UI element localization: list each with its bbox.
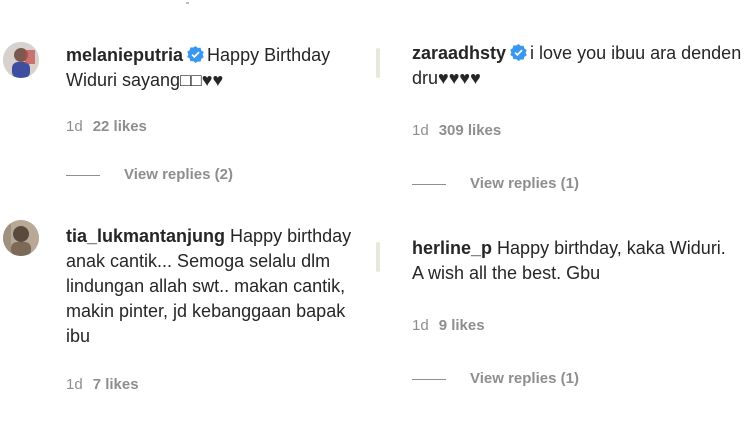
comment-username[interactable]: zaraadhsty xyxy=(412,43,506,63)
avatar-edge xyxy=(376,48,380,78)
likes-count[interactable]: 9 likes xyxy=(439,317,485,334)
comment-username[interactable]: melanieputria xyxy=(66,45,183,65)
comment-time: 1d xyxy=(66,376,83,393)
comment-time: 1d xyxy=(412,317,429,334)
comment-time: 1d xyxy=(412,122,429,139)
comment-item: zaraadhsty i love you ibuu ara denden dru… xyxy=(370,0,750,200)
comment-username[interactable]: tia_lukmantanjung xyxy=(66,226,225,246)
comment-time: 1d xyxy=(66,118,83,135)
view-replies-button[interactable]: View replies (1) xyxy=(412,370,579,387)
comment-item: tia_lukmantanjung Happy birthday anak ca… xyxy=(0,210,380,422)
avatar[interactable] xyxy=(3,42,39,78)
view-replies-button[interactable]: View replies (2) xyxy=(66,166,233,183)
replies-divider xyxy=(66,174,100,176)
view-replies-button[interactable]: View replies (1) xyxy=(412,175,579,192)
avatar-edge xyxy=(376,242,380,272)
verified-badge-icon xyxy=(510,44,527,61)
view-replies-label: View replies (2) xyxy=(124,166,233,183)
verified-badge-icon xyxy=(187,46,204,63)
replies-divider xyxy=(412,378,446,380)
view-replies-label: View replies (1) xyxy=(470,175,579,192)
likes-count[interactable]: 22 likes xyxy=(93,118,147,135)
comment-item: herline_p Happy birthday, kaka Widuri. A… xyxy=(370,210,750,422)
replies-divider xyxy=(412,183,446,185)
comment-item: melanieputria Happy Birthday Widuri sayan… xyxy=(0,0,380,200)
likes-count[interactable]: 7 likes xyxy=(93,376,139,393)
comment-username[interactable]: herline_p xyxy=(412,238,492,258)
avatar[interactable] xyxy=(3,220,39,256)
view-replies-label: View replies (1) xyxy=(470,370,579,387)
likes-count[interactable]: 309 likes xyxy=(439,122,502,139)
